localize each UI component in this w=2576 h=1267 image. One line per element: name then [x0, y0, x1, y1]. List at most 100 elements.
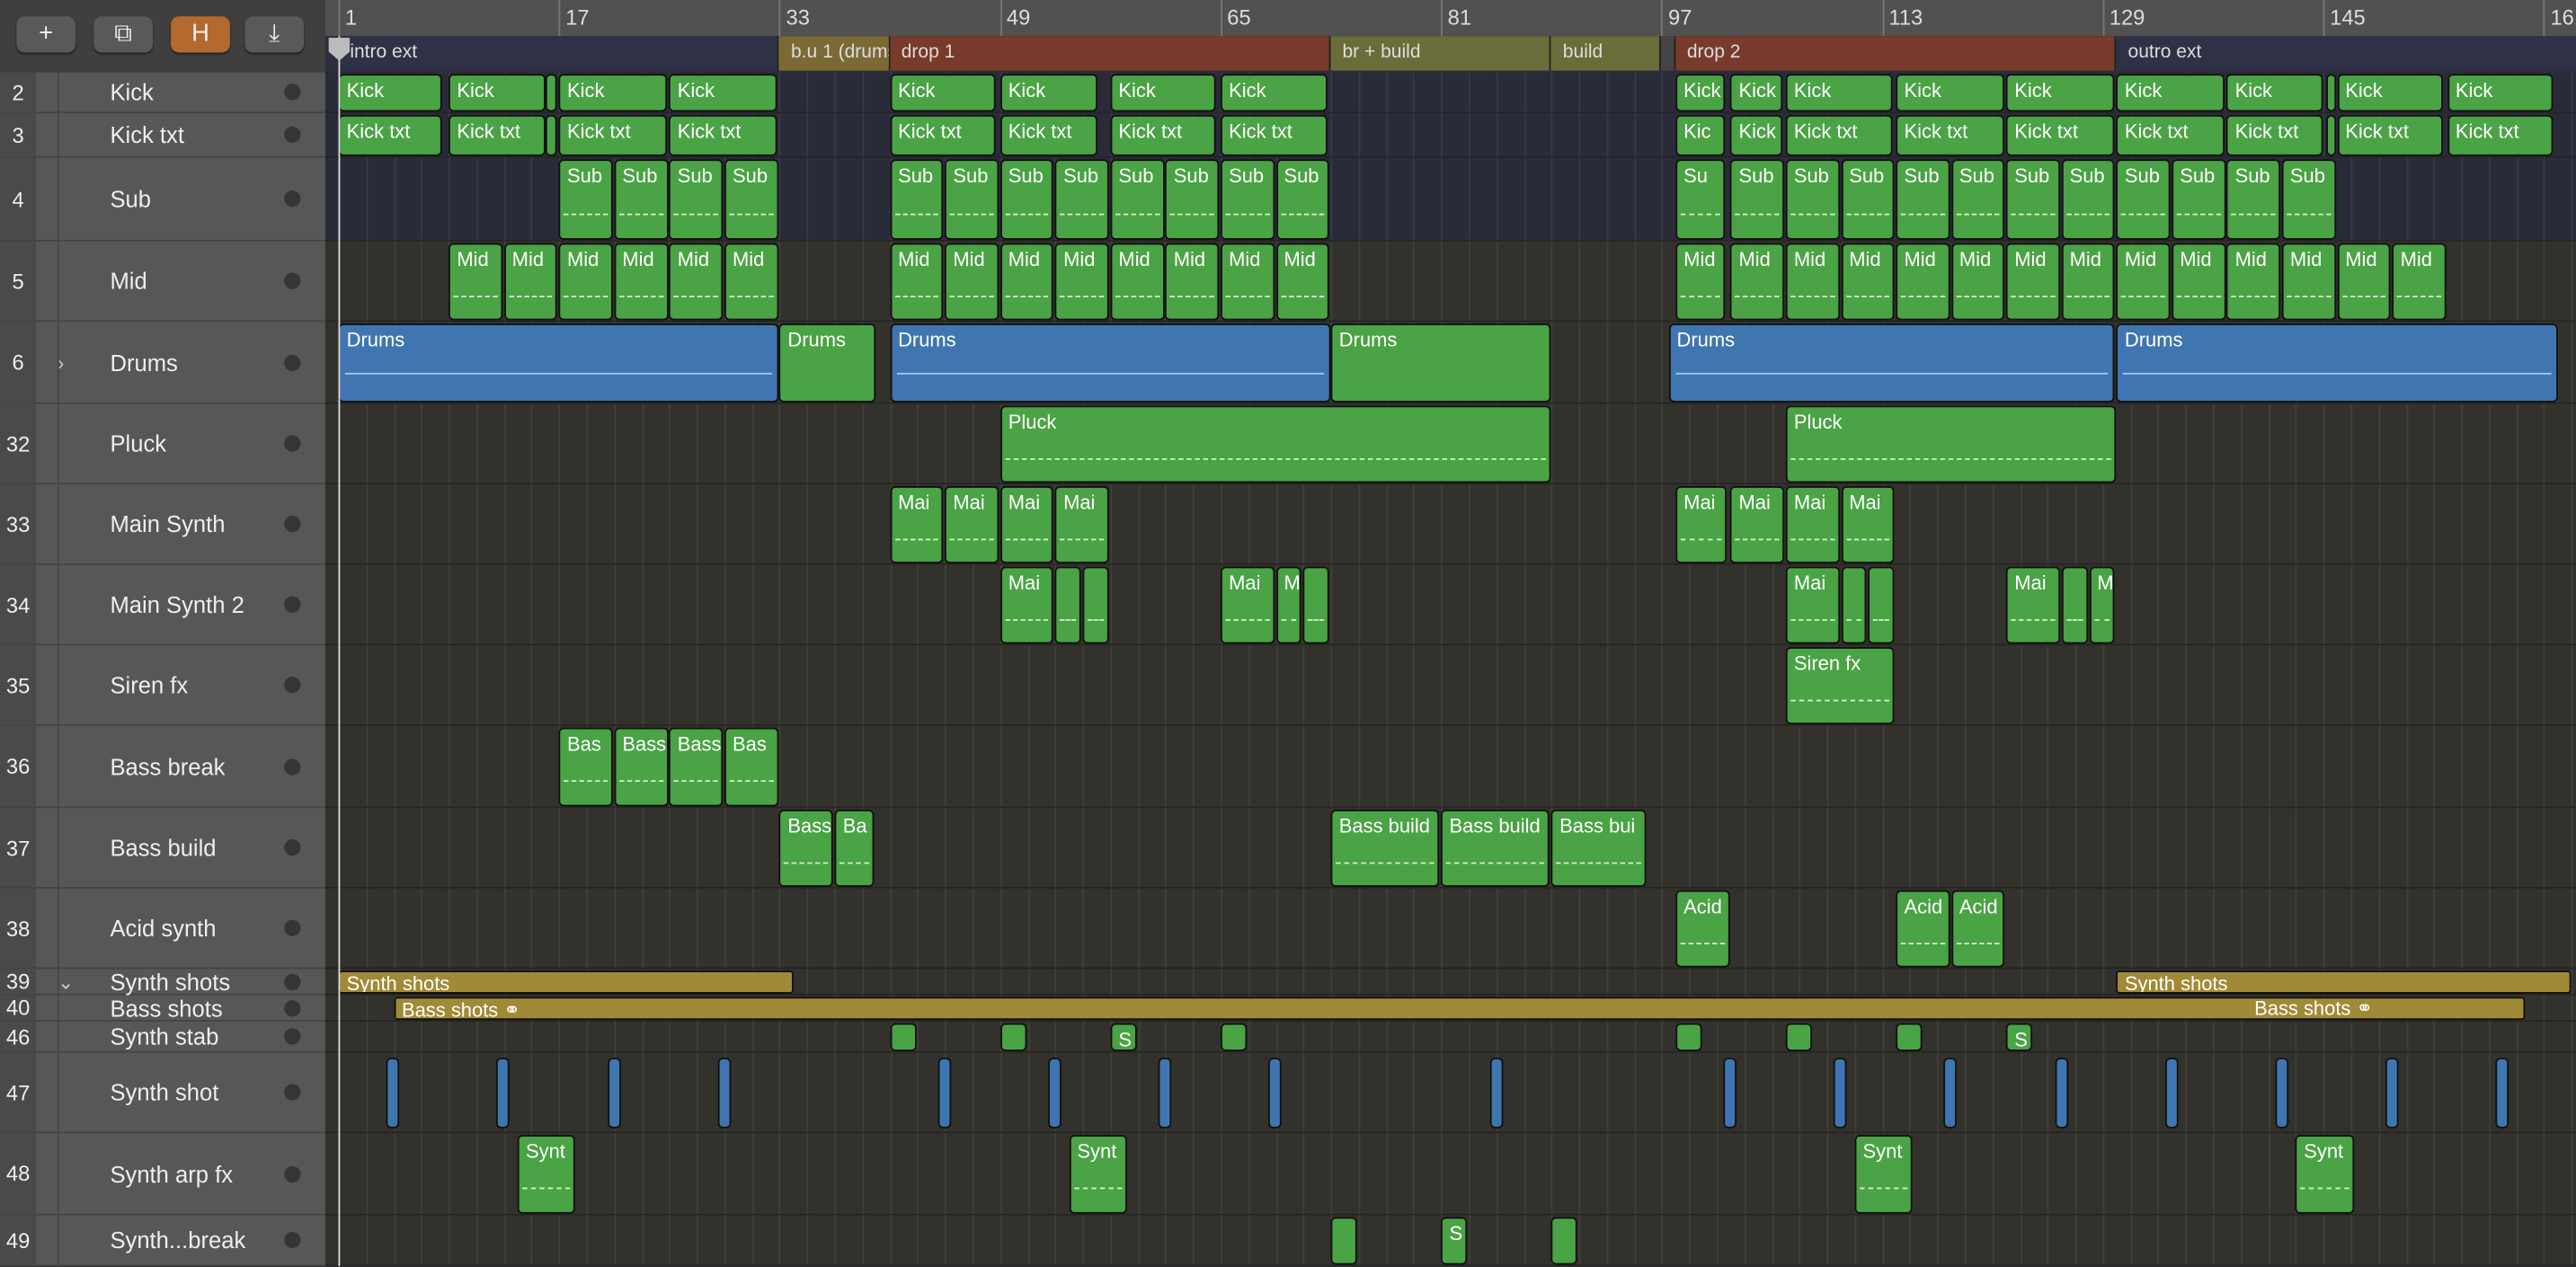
track-lane[interactable]: Drums Drums Drums Drums Drums Drums: [324, 322, 2576, 404]
region[interactable]: Mid: [1054, 243, 1109, 321]
region[interactable]: Kick txt: [2006, 114, 2114, 156]
region[interactable]: S: [2006, 1023, 2033, 1051]
track-lane[interactable]: Kick Kick Kick Kick Kick Kick Kick Kick Kick Kick…: [324, 72, 2576, 114]
region[interactable]: Sub: [558, 159, 613, 240]
region[interactable]: Mid: [2061, 243, 2116, 321]
region[interactable]: Sub: [2226, 159, 2281, 240]
tracks-area[interactable]: Kick Kick Kick Kick Kick Kick Kick Kick Kick Kick…: [324, 72, 2576, 1267]
region[interactable]: Bas: [724, 727, 778, 807]
region[interactable]: Kick: [1730, 74, 1783, 112]
region[interactable]: Kick txt: [669, 114, 777, 156]
region[interactable]: Siren fx: [1785, 647, 1895, 725]
duplicate-track-button[interactable]: ⧉: [93, 16, 153, 53]
region[interactable]: Sub: [1220, 159, 1275, 240]
record-enable-icon[interactable]: [284, 758, 301, 775]
region[interactable]: Sub: [2172, 159, 2225, 240]
track-lane[interactable]: Pluck Pluck: [324, 403, 2576, 485]
download-icon[interactable]: ⤓: [244, 16, 305, 53]
region[interactable]: Kick txt: [1896, 114, 2004, 156]
track-lane[interactable]: Sub Sub Sub Sub Sub Sub Sub Sub Sub Sub Sub Sub Su Su…: [324, 157, 2576, 242]
marker-outro-ext[interactable]: outro ext: [2116, 36, 2576, 71]
region[interactable]: M: [1275, 566, 1302, 644]
region[interactable]: Kick: [1896, 74, 2004, 112]
track-lane[interactable]: Mai Mai M Mai Mai M: [324, 564, 2576, 646]
region[interactable]: [496, 1058, 511, 1129]
region[interactable]: Mid: [2226, 243, 2281, 321]
record-enable-icon[interactable]: [284, 190, 301, 208]
region[interactable]: [1330, 1217, 1357, 1265]
region[interactable]: Acid: [1675, 890, 1729, 968]
region[interactable]: Mai: [1730, 486, 1785, 563]
track-header[interactable]: 39 ⌄ Synth shots: [0, 968, 325, 996]
region[interactable]: Mid: [2006, 243, 2060, 321]
region[interactable]: [1302, 566, 1330, 644]
region[interactable]: Mid: [1896, 243, 1950, 321]
track-lane[interactable]: Mai Mai Mai Mai Mai Mai Mai Mai: [324, 484, 2576, 565]
region[interactable]: Kick: [2337, 74, 2444, 112]
region[interactable]: Kick: [449, 74, 546, 112]
region[interactable]: Kick txt: [2226, 114, 2323, 156]
record-enable-icon[interactable]: [284, 1165, 301, 1183]
record-enable-icon[interactable]: [284, 353, 301, 371]
marker-drop-1[interactable]: drop 1: [889, 36, 1331, 71]
region[interactable]: Kick txt: [558, 114, 667, 156]
region[interactable]: Mai: [889, 486, 944, 563]
region[interactable]: Mid: [2337, 243, 2391, 321]
region[interactable]: Mai: [1785, 486, 1840, 563]
track-lane[interactable]: Siren fx: [324, 645, 2576, 726]
region[interactable]: Synt: [2296, 1135, 2354, 1214]
region[interactable]: Kick: [2226, 74, 2323, 112]
region[interactable]: Pluck: [999, 405, 1552, 483]
region[interactable]: Synt: [517, 1135, 576, 1214]
region[interactable]: Pluck: [1785, 405, 2117, 483]
region[interactable]: [607, 1058, 621, 1129]
region[interactable]: Sub: [1785, 159, 1840, 240]
region[interactable]: [545, 74, 558, 112]
region[interactable]: Mai: [1220, 566, 1275, 644]
track-header[interactable]: 34 Main Synth 2: [0, 564, 325, 646]
region[interactable]: Mid: [1950, 243, 2005, 321]
region[interactable]: Mid: [1110, 243, 1165, 321]
add-track-button[interactable]: +: [16, 16, 76, 53]
region[interactable]: Kick: [2447, 74, 2554, 112]
region[interactable]: Synt: [1854, 1135, 1913, 1214]
region[interactable]: S: [1441, 1217, 1468, 1265]
region[interactable]: Mid: [2172, 243, 2225, 321]
region[interactable]: Bass: [779, 810, 834, 888]
record-enable-icon[interactable]: [284, 839, 301, 856]
region[interactable]: Mai: [1054, 486, 1109, 563]
region[interactable]: Mid: [1275, 243, 1330, 321]
region[interactable]: [1841, 566, 1868, 644]
track-lane[interactable]: Bass Ba Bass build Bass build Bass bui: [324, 808, 2576, 889]
region[interactable]: [1048, 1058, 1061, 1129]
region[interactable]: Mid: [614, 243, 669, 321]
region[interactable]: Drums: [1330, 323, 1552, 403]
region[interactable]: Drums: [889, 323, 1331, 403]
region[interactable]: Kick txt: [449, 114, 546, 156]
region[interactable]: [1082, 566, 1109, 644]
region[interactable]: Drums: [338, 323, 780, 403]
track-header[interactable]: 47 Synth shot: [0, 1052, 325, 1134]
track-lane[interactable]: Acid Acid Acid: [324, 888, 2576, 970]
region[interactable]: Mid: [2392, 243, 2447, 321]
region[interactable]: [1785, 1023, 1812, 1051]
track-header[interactable]: 4 Sub: [0, 157, 325, 242]
region[interactable]: Kick: [1220, 74, 1328, 112]
region[interactable]: Mid: [2116, 243, 2171, 321]
region[interactable]: [937, 1058, 952, 1129]
region[interactable]: Synth shots: [2116, 970, 2572, 994]
region[interactable]: [1489, 1058, 1503, 1129]
record-enable-icon[interactable]: [284, 1028, 301, 1045]
marker-b-u-1-drums-[interactable]: b.u 1 (drums): [779, 36, 890, 71]
region[interactable]: Mid: [1841, 243, 1895, 321]
track-lane[interactable]: Kick txt Kick txt Kick txt Kick txt Kick txt…: [324, 113, 2576, 158]
region[interactable]: Mai: [1841, 486, 1895, 563]
track-header[interactable]: 3 Kick txt: [0, 113, 325, 158]
region[interactable]: Sub: [1054, 159, 1109, 240]
region[interactable]: Bass build: [1441, 810, 1550, 888]
region[interactable]: Sub: [1275, 159, 1330, 240]
region[interactable]: [1723, 1058, 1737, 1129]
region[interactable]: Mai: [999, 486, 1054, 563]
region[interactable]: Mid: [669, 243, 724, 321]
region[interactable]: Kick txt: [2116, 114, 2225, 156]
